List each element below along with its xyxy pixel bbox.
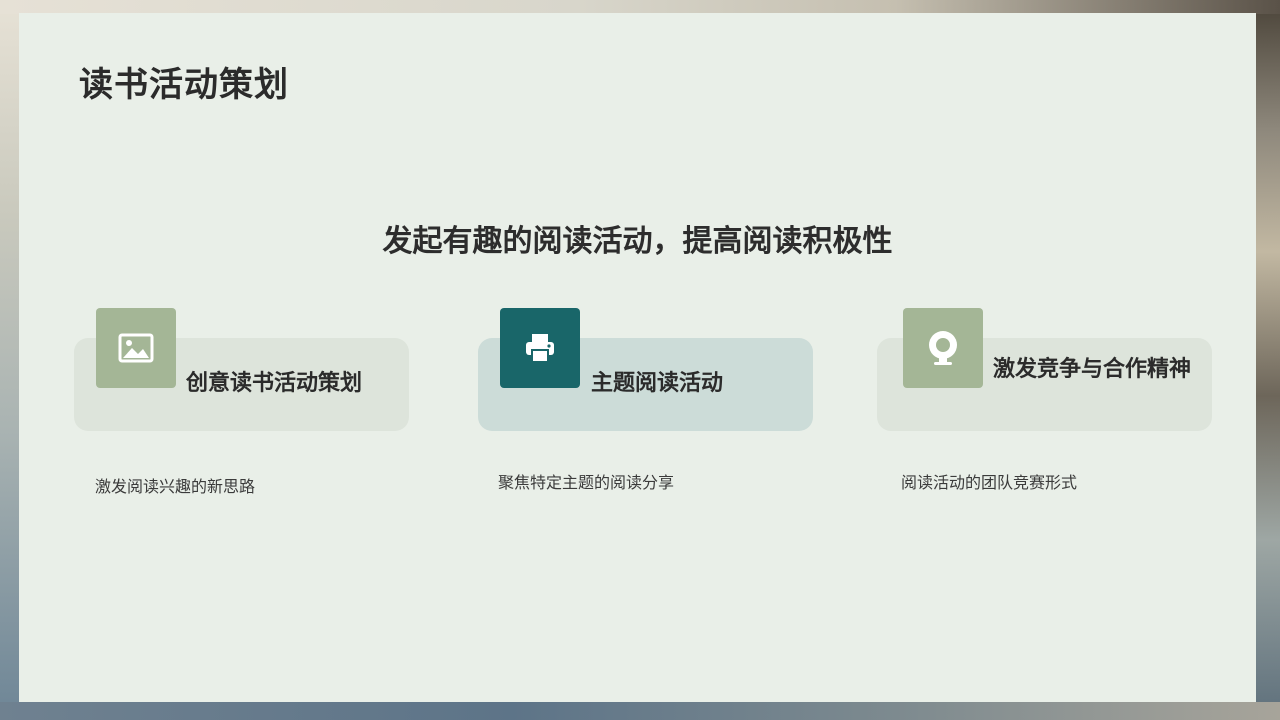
card-icon-box: [96, 308, 176, 388]
card-title: 创意读书活动策划: [186, 371, 363, 396]
card-icon-box: [903, 308, 983, 388]
background-bottom-edge: [0, 702, 1280, 720]
page-title: 读书活动策划: [79, 65, 289, 105]
card-description: 激发阅读兴趣的新思路: [95, 477, 256, 496]
background-top-edge: [0, 0, 1280, 14]
card-description: 聚焦特定主题的阅读分享: [498, 473, 675, 492]
webcam-icon: [929, 331, 957, 365]
printer-icon: [526, 334, 554, 363]
slide-panel: 读书活动策划 发起有趣的阅读活动，提高阅读积极性 创意读书活动策划 激发阅读兴趣…: [19, 13, 1256, 702]
background-left-edge: [0, 0, 20, 720]
card-title: 激发竞争与合作精神: [993, 357, 1192, 382]
slide-subtitle: 发起有趣的阅读活动，提高阅读积极性: [382, 224, 893, 259]
image-icon: [118, 333, 154, 363]
card-description: 阅读活动的团队竞赛形式: [901, 473, 1078, 492]
background-right-edge: [1254, 0, 1280, 720]
card-title: 主题阅读活动: [591, 371, 724, 396]
card-icon-box: [500, 308, 580, 388]
